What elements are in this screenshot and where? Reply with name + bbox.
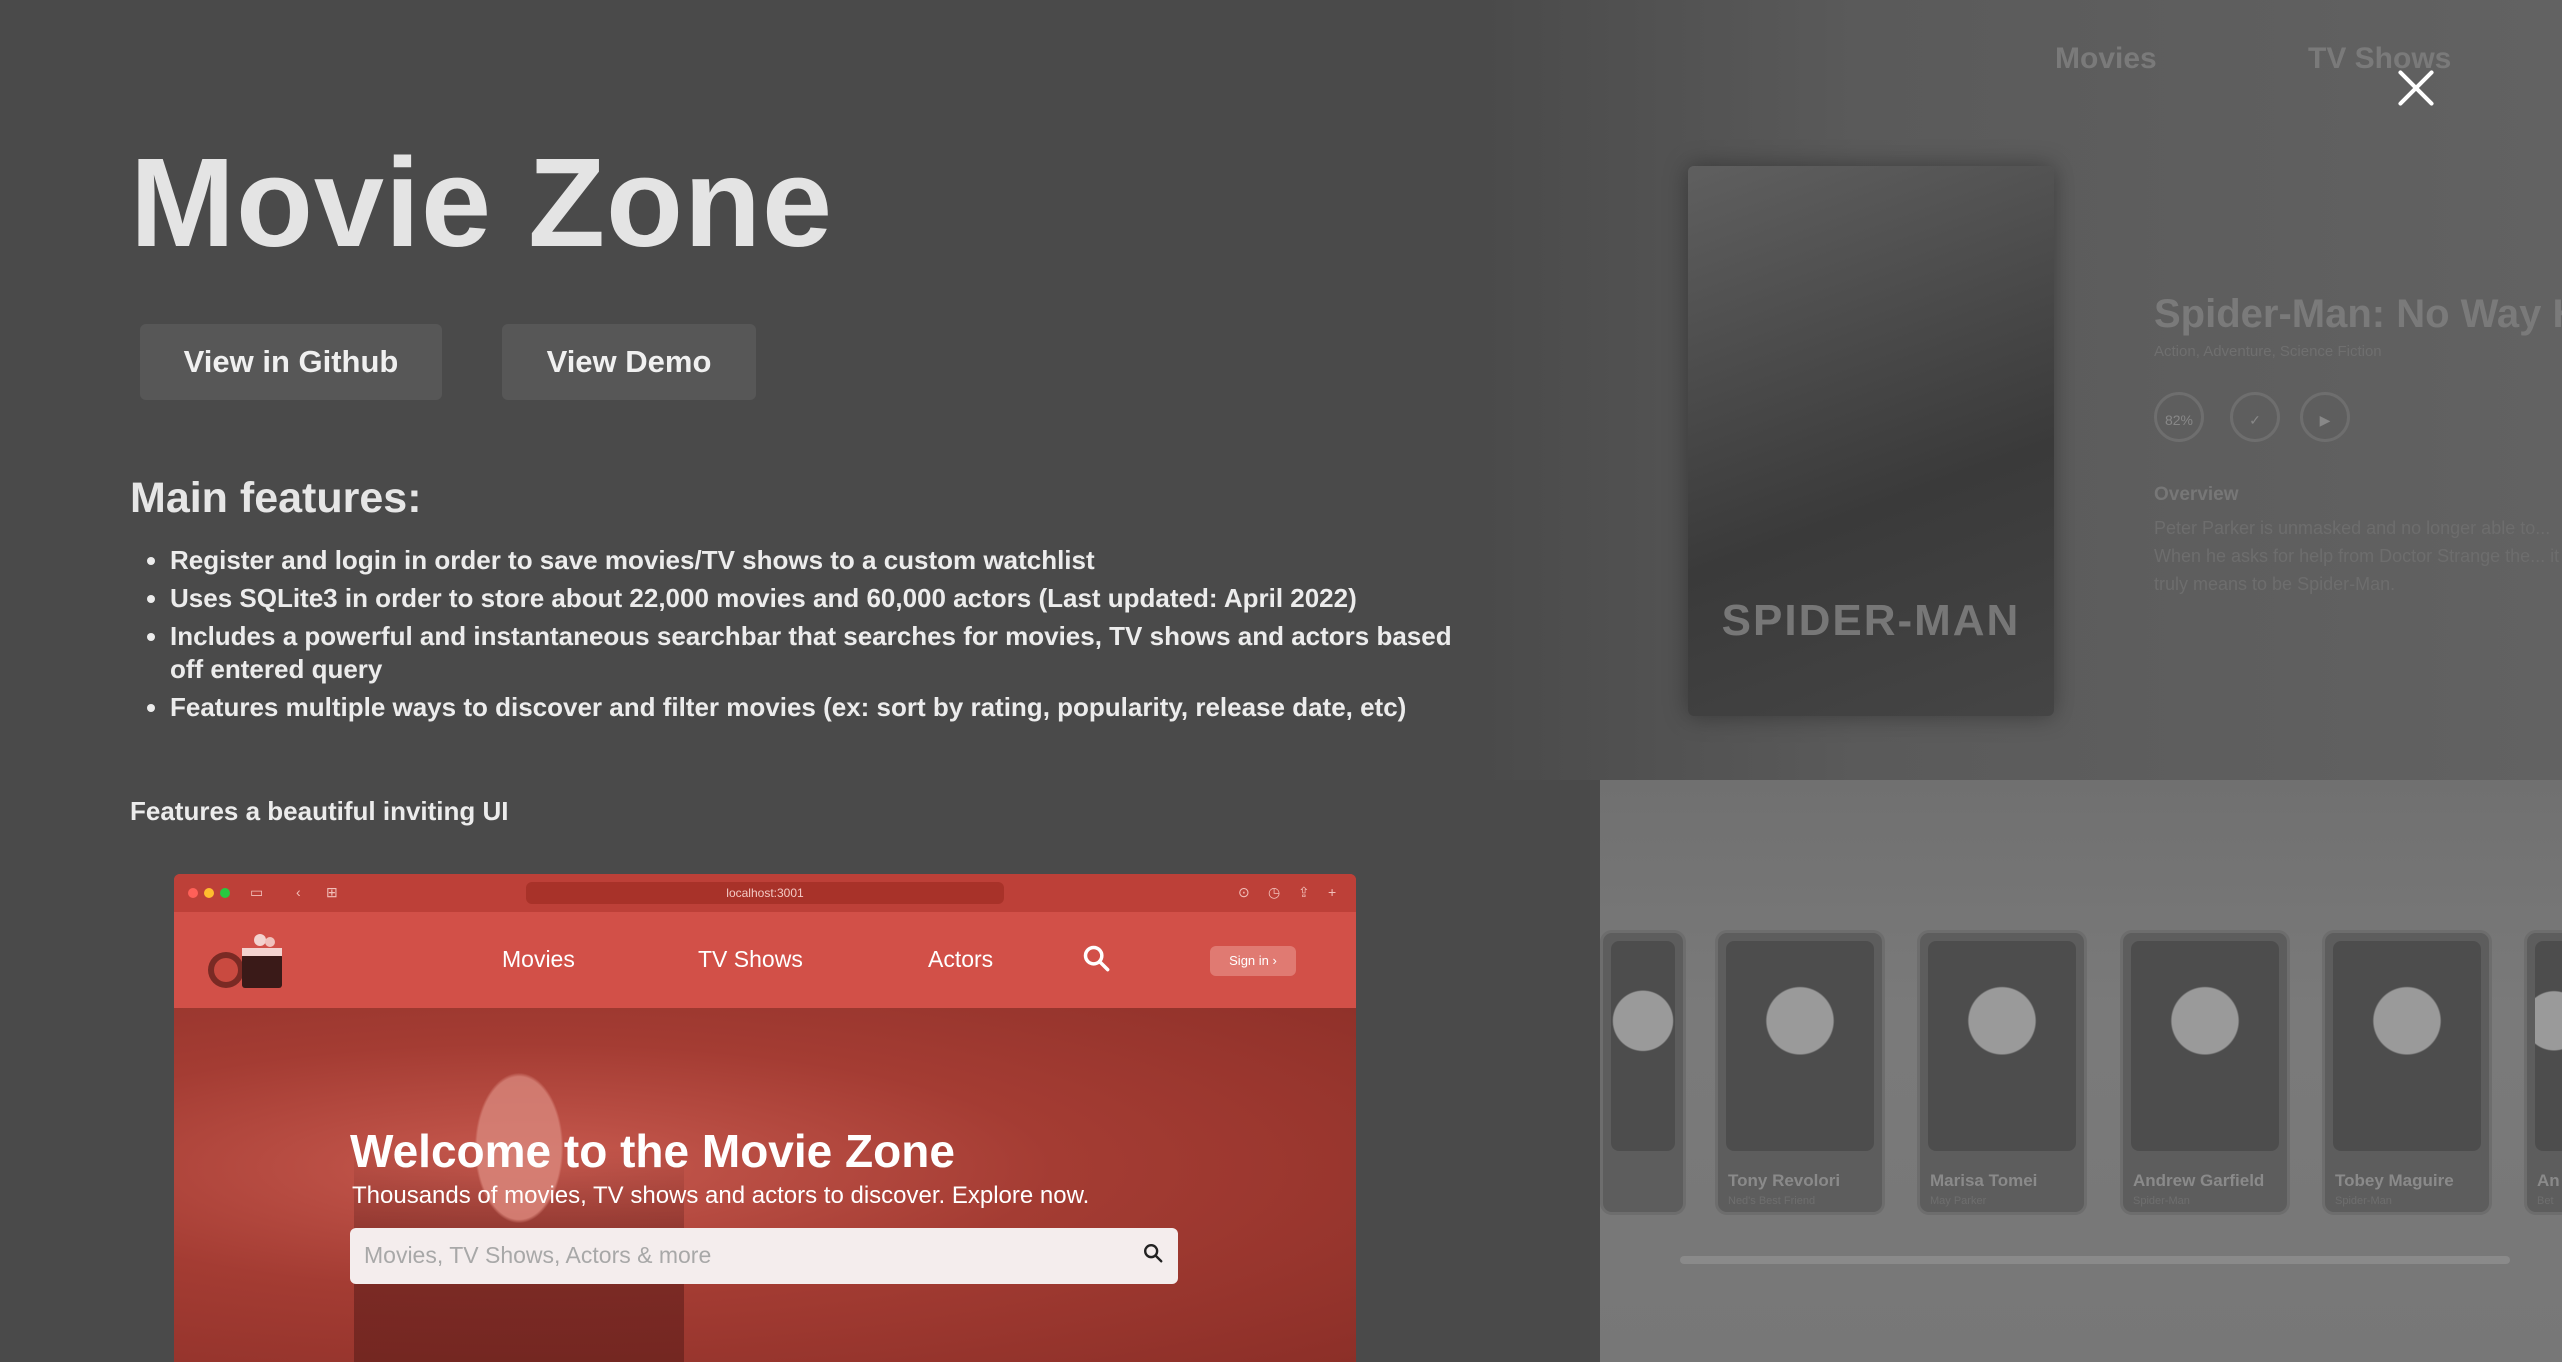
app-nav-tv-shows: TV Shows <box>698 946 803 972</box>
cast-card: Tony Revolori Ned's Best Friend <box>1715 930 1885 1215</box>
cast-name: Tony Revolori <box>1728 1171 1841 1190</box>
background-overview-text: Peter Parker is unmasked and no longer a… <box>2154 518 2560 594</box>
close-window-icon <box>188 888 198 898</box>
rating-badge: 82% <box>2154 392 2204 442</box>
cast-name: Tobey Maguire <box>2335 1171 2454 1190</box>
back-icon: ‹ <box>296 884 301 900</box>
app-navbar: Movies TV Shows Actors Sign in › <box>174 912 1356 1008</box>
tabs-grid-icon: ⊞ <box>326 884 338 900</box>
app-screenshot: ▭ ‹ ⊞ localhost:3001 ⊙ ◷ ⇪ + Movies TV S… <box>174 874 1356 1362</box>
close-icon[interactable] <box>2394 66 2438 110</box>
feature-item: Includes a powerful and instantaneous se… <box>170 620 1460 686</box>
play-icon: ▶ <box>2300 392 2350 442</box>
background-overview-heading: Overview <box>2154 484 2239 505</box>
watchlist-icon: ✓ <box>2230 392 2280 442</box>
app-hero: Welcome to the Movie Zone Thousands of m… <box>174 1008 1356 1362</box>
movie-zone-logo <box>208 934 282 988</box>
search-icon <box>1144 1244 1163 1263</box>
cast-card: Marisa Tomei May Parker <box>1917 930 2087 1215</box>
app-nav-movies: Movies <box>502 946 575 972</box>
cast-card: Tobey Maguire Spider-Man <box>2322 930 2492 1215</box>
cast-name: Marisa Tomei <box>1930 1171 2038 1190</box>
cast-name: Andrew Garfield <box>2133 1171 2265 1190</box>
cast-scrollbar <box>1680 1256 2510 1264</box>
app-hero-title: Welcome to the Movie Zone <box>350 1125 955 1177</box>
ui-heading: Features a beautiful inviting UI <box>130 796 509 826</box>
cast-role: Ned's Best Friend <box>1728 1195 1816 1207</box>
features-list: Register and login in order to save movi… <box>130 544 1460 729</box>
history-icon: ◷ <box>1268 884 1281 900</box>
background-movie-title: Spider-Man: No Way H <box>2154 292 2562 336</box>
share-icon: ⇪ <box>1298 884 1310 900</box>
background-movie-genres: Action, Adventure, Science Fiction <box>2154 343 2382 360</box>
app-nav-actors: Actors <box>928 946 994 972</box>
project-title: Movie Zone <box>130 132 834 273</box>
cast-card: Andrew Garfield Spider-Man <box>2120 930 2290 1215</box>
address-bar: localhost:3001 <box>526 882 1004 904</box>
sidebar-icon: ▭ <box>250 884 264 900</box>
feature-item: Uses SQLite3 in order to store about 22,… <box>170 582 1460 615</box>
cast-role: Spider-Man <box>2335 1195 2392 1207</box>
cast-card <box>1600 930 1686 1215</box>
search-icon <box>1083 945 1110 972</box>
feature-item: Register and login in order to save movi… <box>170 544 1460 577</box>
app-sign-in-button: Sign in › <box>1210 946 1296 976</box>
cast-role: Spider-Man <box>2133 1195 2190 1207</box>
cast-role: Bet <box>2537 1195 2554 1207</box>
background-movie-poster: SPIDER-MAN <box>1688 166 2054 716</box>
minimize-window-icon <box>204 888 214 898</box>
cast-card: An Bet <box>2524 930 2562 1215</box>
maximize-window-icon <box>220 888 230 898</box>
view-github-button[interactable]: View in Github <box>140 324 442 400</box>
feature-item: Features multiple ways to discover and f… <box>170 691 1460 724</box>
cast-role: May Parker <box>1930 1195 1987 1207</box>
app-search-bar: Movies, TV Shows, Actors & more <box>350 1228 1178 1284</box>
view-demo-button[interactable]: View Demo <box>502 324 756 400</box>
app-hero-subtitle: Thousands of movies, TV shows and actors… <box>352 1182 1090 1209</box>
cast-name: An <box>2537 1171 2560 1190</box>
new-tab-icon: + <box>1328 884 1337 900</box>
poster-title: SPIDER-MAN <box>1721 596 2021 645</box>
download-icon: ⊙ <box>1238 884 1250 900</box>
app-search-placeholder: Movies, TV Shows, Actors & more <box>364 1242 712 1268</box>
background-nav-movies: Movies <box>2055 42 2157 75</box>
features-heading: Main features: <box>130 474 422 522</box>
browser-toolbar: ▭ ‹ ⊞ localhost:3001 ⊙ ◷ ⇪ + <box>174 874 1356 912</box>
